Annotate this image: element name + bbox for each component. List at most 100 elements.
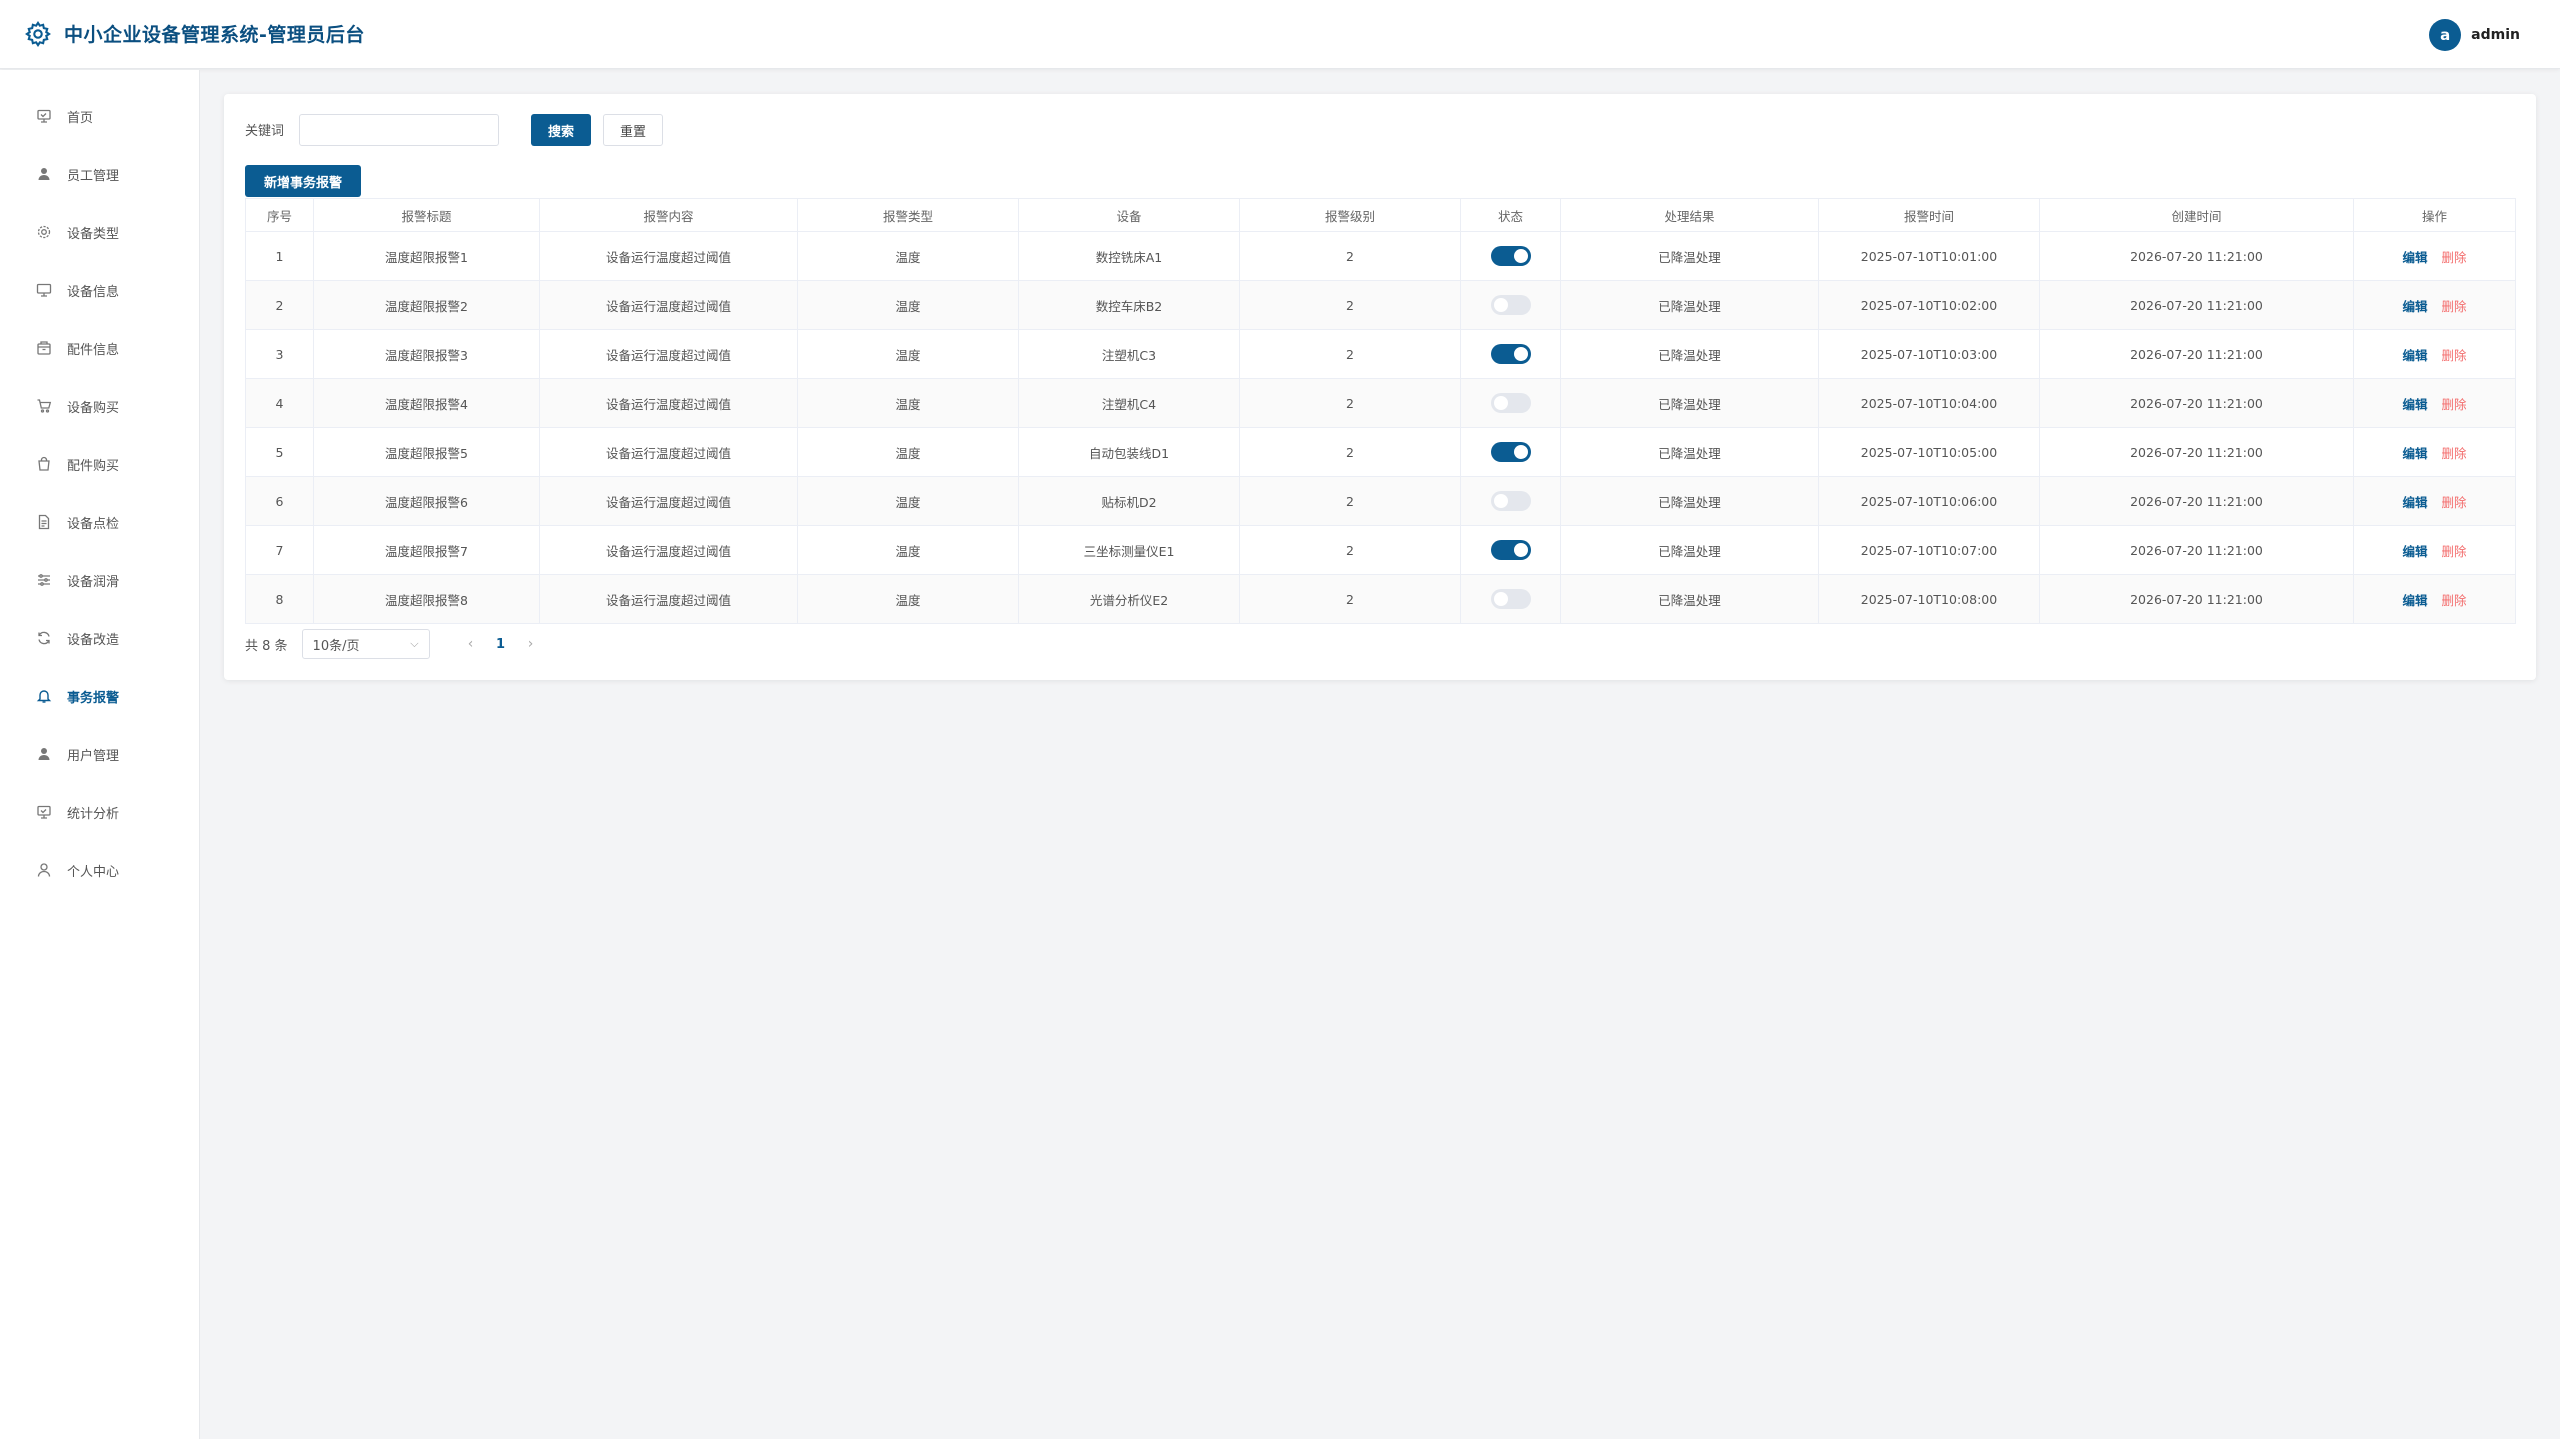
edit-link[interactable]: 编辑 (2402, 299, 2427, 314)
edit-link[interactable]: 编辑 (2402, 348, 2427, 363)
alarm-content: 设备运行温度超过阈值 (539, 280, 798, 330)
sidebar-item-users[interactable]: 用户管理 (0, 734, 200, 774)
delete-link[interactable]: 删除 (2442, 299, 2467, 314)
alarm-content: 设备运行温度超过阈值 (539, 525, 798, 575)
column-header: 序号 (245, 198, 314, 232)
column-header: 处理结果 (1560, 198, 1819, 232)
alarm-level: 2 (1239, 231, 1461, 281)
reset-button[interactable]: 重置 (603, 114, 663, 146)
status-toggle[interactable] (1490, 442, 1531, 462)
row-index: 5 (245, 427, 314, 477)
status-cell (1460, 378, 1561, 428)
alarm-time: 2025-07-10T10:06:00 (1818, 476, 2040, 526)
page-size-select[interactable]: 10条/页 ⌵ (301, 629, 430, 659)
sidebar-item-label: 配件购买 (67, 458, 120, 474)
delete-link[interactable]: 删除 (2442, 348, 2467, 363)
username[interactable]: admin (2471, 27, 2520, 43)
alarm-level: 2 (1239, 427, 1461, 477)
actions-cell: 编辑 删除 (2353, 427, 2516, 477)
alarm-content: 设备运行温度超过阈值 (539, 574, 798, 624)
sidebar-item-device-modification[interactable]: 设备改造 (0, 618, 200, 658)
sidebar-item-home[interactable]: 首页 (0, 96, 200, 136)
sidebar-item-profile[interactable]: 个人中心 (0, 850, 200, 890)
alarm-level: 2 (1239, 476, 1461, 526)
column-header: 设备 (1018, 198, 1240, 232)
table-row: 6 温度超限报警6 设备运行温度超过阈值 温度 贴标机D2 2 已降温处理 2025-07-1… (245, 476, 2516, 526)
column-header: 报警级别 (1239, 198, 1461, 232)
table-row: 5 温度超限报警5 设备运行温度超过阈值 温度 自动包装线D1 2 已降温处理 2025-07… (245, 427, 2516, 477)
alarm-type: 温度 (797, 476, 1019, 526)
table-header-row: 序号 报警标题 报警内容 报警类型 设备 报警级别 状态 处理结果 报警时间 创… (245, 198, 2516, 232)
app-title: 中小企业设备管理系统-管理员后台 (64, 24, 365, 46)
edit-link[interactable]: 编辑 (2402, 446, 2427, 461)
handling-result: 已降温处理 (1560, 574, 1819, 624)
edit-link[interactable]: 编辑 (2402, 544, 2427, 559)
box-icon (35, 339, 53, 357)
sliders-icon (35, 571, 53, 589)
sidebar-item-parts-info[interactable]: 配件信息 (0, 328, 200, 368)
delete-link[interactable]: 删除 (2442, 544, 2467, 559)
search-button[interactable]: 搜索 (531, 114, 591, 146)
sidebar-item-device-info[interactable]: 设备信息 (0, 270, 200, 310)
alarm-content: 设备运行温度超过阈值 (539, 378, 798, 428)
next-page-button[interactable]: › (516, 636, 546, 652)
status-toggle[interactable] (1490, 295, 1531, 315)
sidebar-item-alarms[interactable]: 事务报警 (0, 676, 200, 716)
alarm-time: 2025-07-10T10:05:00 (1818, 427, 2040, 477)
device-name: 数控铣床A1 (1018, 231, 1240, 281)
pagination: 共 8 条 10条/页 ⌵ ‹ 1 › (245, 629, 546, 659)
alarm-type: 温度 (797, 280, 1019, 330)
alarm-content: 设备运行温度超过阈值 (539, 476, 798, 526)
handling-result: 已降温处理 (1560, 476, 1819, 526)
current-page[interactable]: 1 (486, 637, 516, 652)
alarm-level: 2 (1239, 280, 1461, 330)
handling-result: 已降温处理 (1560, 280, 1819, 330)
add-alarm-button[interactable]: 新增事务报警 (245, 165, 361, 197)
edit-link[interactable]: 编辑 (2402, 495, 2427, 510)
delete-link[interactable]: 删除 (2442, 495, 2467, 510)
status-cell (1460, 427, 1561, 477)
delete-link[interactable]: 删除 (2442, 397, 2467, 412)
edit-link[interactable]: 编辑 (2402, 397, 2427, 412)
alarm-time: 2025-07-10T10:03:00 (1818, 329, 2040, 379)
handling-result: 已降温处理 (1560, 525, 1819, 575)
gear-icon (35, 223, 53, 241)
status-toggle[interactable] (1490, 491, 1531, 511)
actions-cell: 编辑 删除 (2353, 231, 2516, 281)
sidebar-item-parts-purchase[interactable]: 配件购买 (0, 444, 200, 484)
alarm-time: 2025-07-10T10:04:00 (1818, 378, 2040, 428)
sidebar-item-device-purchase[interactable]: 设备购买 (0, 386, 200, 426)
created-time: 2026-07-20 11:21:00 (2039, 280, 2354, 330)
sidebar: 首页 员工管理 设备类型 设备信息 配件信息 设备购买 配件购买 设备点检 设备… (0, 70, 200, 1439)
keyword-input[interactable] (299, 114, 499, 146)
edit-link[interactable]: 编辑 (2402, 593, 2427, 608)
row-index: 7 (245, 525, 314, 575)
sidebar-item-device-types[interactable]: 设备类型 (0, 212, 200, 252)
delete-link[interactable]: 删除 (2442, 593, 2467, 608)
table-row: 2 温度超限报警2 设备运行温度超过阈值 温度 数控车床B2 2 已降温处理 2025-07-… (245, 280, 2516, 330)
sidebar-item-employees[interactable]: 员工管理 (0, 154, 200, 194)
alarm-type: 温度 (797, 378, 1019, 428)
actions-cell: 编辑 删除 (2353, 378, 2516, 428)
edit-link[interactable]: 编辑 (2402, 250, 2427, 265)
status-toggle[interactable] (1490, 344, 1531, 364)
handling-result: 已降温处理 (1560, 378, 1819, 428)
sidebar-item-statistics[interactable]: 统计分析 (0, 792, 200, 832)
avatar[interactable]: a (2429, 19, 2462, 51)
delete-link[interactable]: 删除 (2442, 250, 2467, 265)
status-toggle[interactable] (1490, 589, 1531, 609)
sidebar-item-device-lubrication[interactable]: 设备润滑 (0, 560, 200, 600)
gear-logo-icon (24, 20, 52, 48)
user-menu[interactable]: a admin (2429, 19, 2520, 51)
alarm-title: 温度超限报警3 (313, 329, 540, 379)
actions-cell: 编辑 删除 (2353, 476, 2516, 526)
table-row: 1 温度超限报警1 设备运行温度超过阈值 温度 数控铣床A1 2 已降温处理 2025-07-… (245, 231, 2516, 281)
status-toggle[interactable] (1490, 246, 1531, 266)
delete-link[interactable]: 删除 (2442, 446, 2467, 461)
status-toggle[interactable] (1490, 393, 1531, 413)
sidebar-item-device-inspection[interactable]: 设备点检 (0, 502, 200, 542)
status-toggle[interactable] (1490, 540, 1531, 560)
table-row: 8 温度超限报警8 设备运行温度超过阈值 温度 光谱分析仪E2 2 已降温处理 2025-07… (245, 574, 2516, 624)
prev-page-button[interactable]: ‹ (456, 636, 486, 652)
created-time: 2026-07-20 11:21:00 (2039, 476, 2354, 526)
